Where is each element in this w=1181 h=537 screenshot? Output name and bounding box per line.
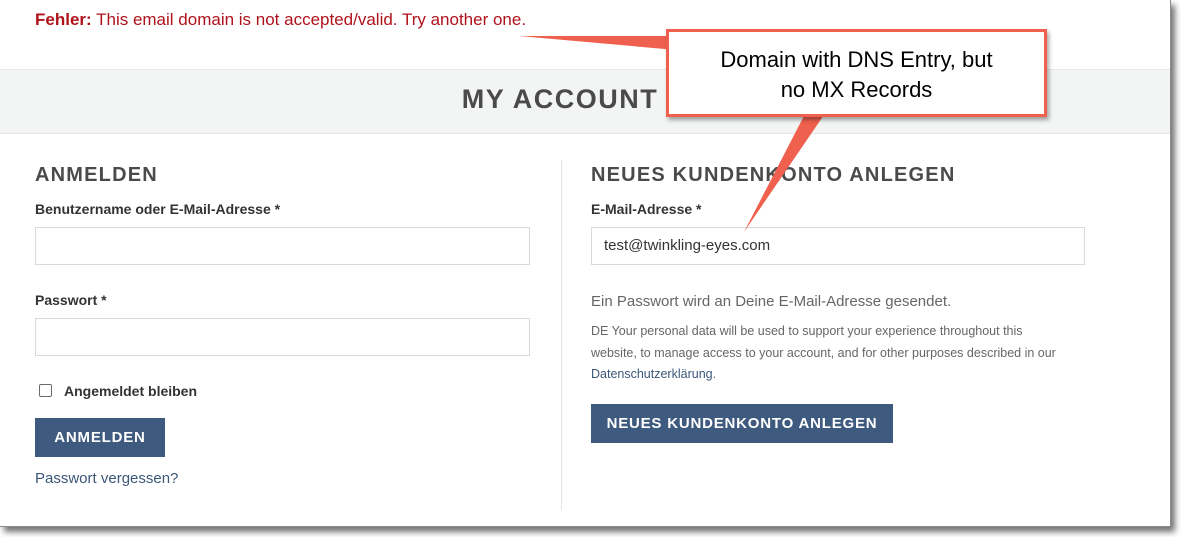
callout-line-2: no MX Records (780, 77, 933, 102)
callout-line-1: Domain with DNS Entry, but (720, 47, 993, 72)
callout-pointer-left (519, 36, 676, 50)
callout-pointer-down (744, 112, 826, 232)
annotation-callout: Domain with DNS Entry, but no MX Records (666, 29, 1047, 117)
screenshot-frame: Fehler: This email domain is not accepte… (0, 0, 1171, 527)
